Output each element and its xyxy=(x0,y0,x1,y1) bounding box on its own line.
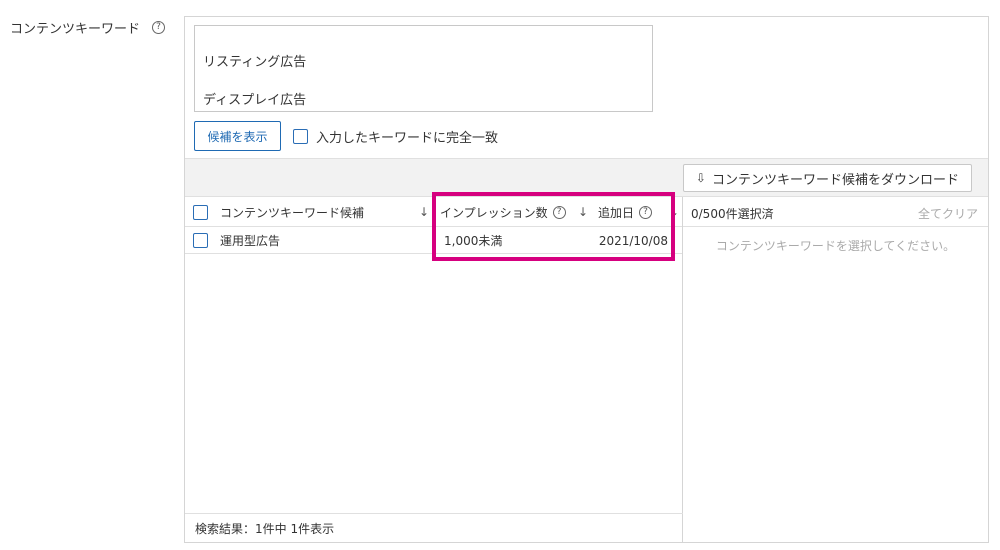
search-result-summary: 検索結果：1件中 1件表示 xyxy=(185,513,683,543)
help-icon[interactable]: ? xyxy=(152,21,166,34)
selected-empty-message: コンテンツキーワードを選択してください。 xyxy=(715,239,956,253)
download-candidates-button[interactable]: ⇩ コンテンツキーワード候補をダウンロード xyxy=(682,164,972,192)
content-keyword-label: コンテンツキーワード ? xyxy=(10,18,166,37)
selected-header: 0/500件選択済 全てクリア xyxy=(683,197,988,227)
content-keyword-label-text: コンテンツキーワード xyxy=(10,22,141,37)
row-added-date: 2021/10/08 xyxy=(598,233,668,248)
show-candidates-button[interactable]: 候補を表示 xyxy=(194,121,281,151)
candidate-list: コンテンツキーワード候補 ↓ インプレッション数 ? ↓ 追加日 ? ↓ 運用型… xyxy=(185,197,683,543)
table-toolbar: ⇩ コンテンツキーワード候補をダウンロード xyxy=(185,158,988,197)
exact-match-option[interactable]: 入力したキーワードに完全一致 xyxy=(293,127,498,146)
help-icon[interactable]: ? xyxy=(552,205,566,219)
column-added-date-label: 追加日 xyxy=(598,205,635,220)
textarea-line: ディスプレイ広告 xyxy=(203,93,307,108)
row-checkbox[interactable] xyxy=(193,233,208,248)
sort-arrow-icon[interactable]: ↓ xyxy=(578,197,588,227)
clear-all-link[interactable]: 全てクリア xyxy=(918,205,978,222)
selected-count: 0/500件選択済 xyxy=(691,207,774,221)
exact-match-checkbox[interactable] xyxy=(293,129,308,144)
row-keyword: 運用型広告 xyxy=(220,234,281,248)
download-button-label: コンテンツキーワード候補をダウンロード xyxy=(711,172,959,188)
column-impressions-label: インプレッション数 xyxy=(440,205,548,220)
keyword-panel: リスティング広告 ディスプレイ広告 運用型広告 候補を表示 入力したキーワードに… xyxy=(184,16,989,543)
table-row[interactable]: 運用型広告 1,000未満 2021/10/08 xyxy=(185,227,682,254)
row-impressions: 1,000未満 xyxy=(444,234,503,248)
selected-list: 0/500件選択済 全てクリア コンテンツキーワードを選択してください。 xyxy=(683,197,988,543)
column-added-date[interactable]: 追加日 ? xyxy=(598,197,653,227)
exact-match-label: 入力したキーワードに完全一致 xyxy=(316,131,499,146)
row-keyword-cell: 運用型広告 xyxy=(193,227,280,254)
download-icon: ⇩ xyxy=(695,171,706,185)
select-all-checkbox[interactable] xyxy=(193,204,208,220)
keyword-textarea[interactable]: リスティング広告 ディスプレイ広告 運用型広告 xyxy=(194,25,653,146)
table-header: コンテンツキーワード候補 ↓ インプレッション数 ? ↓ 追加日 ? ↓ xyxy=(185,197,682,227)
column-impressions[interactable]: インプレッション数 ? xyxy=(440,197,566,227)
sort-arrow-icon[interactable]: ↓ xyxy=(669,197,679,227)
textarea-line: リスティング広告 xyxy=(203,55,307,70)
help-icon[interactable]: ? xyxy=(639,205,653,219)
column-keyword-label: コンテンツキーワード候補 xyxy=(220,205,365,220)
column-keyword: コンテンツキーワード候補 xyxy=(193,197,364,227)
sort-arrow-icon[interactable]: ↓ xyxy=(419,197,429,227)
